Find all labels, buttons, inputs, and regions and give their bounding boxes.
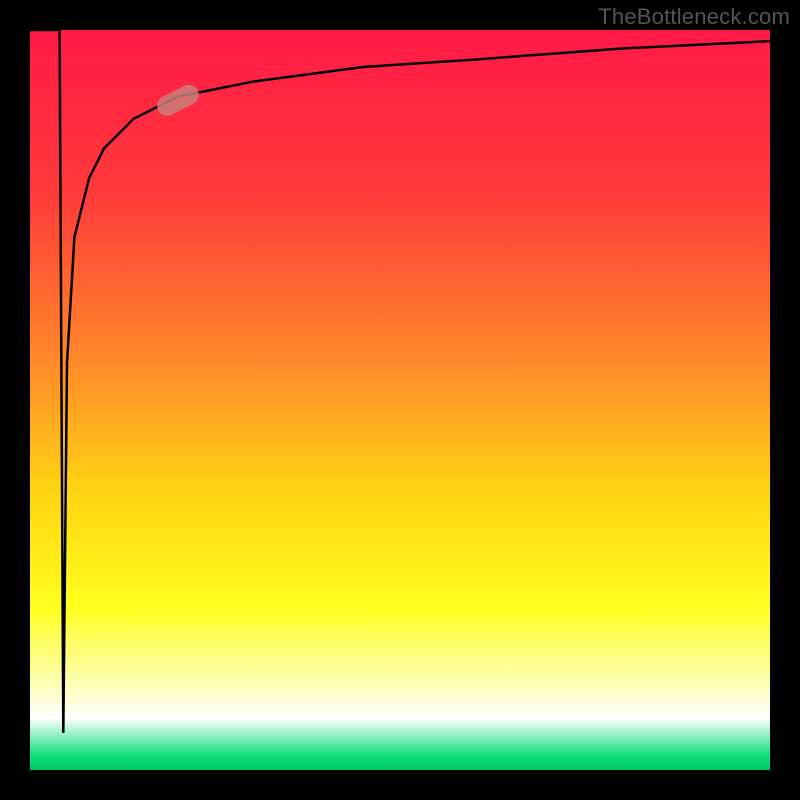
chart-svg <box>0 0 800 800</box>
right-border <box>770 0 800 800</box>
y-axis <box>0 0 30 800</box>
plot-background <box>30 30 770 770</box>
watermark-text: TheBottleneck.com <box>598 4 790 30</box>
x-axis <box>0 770 800 800</box>
bottleneck-chart: TheBottleneck.com <box>0 0 800 800</box>
